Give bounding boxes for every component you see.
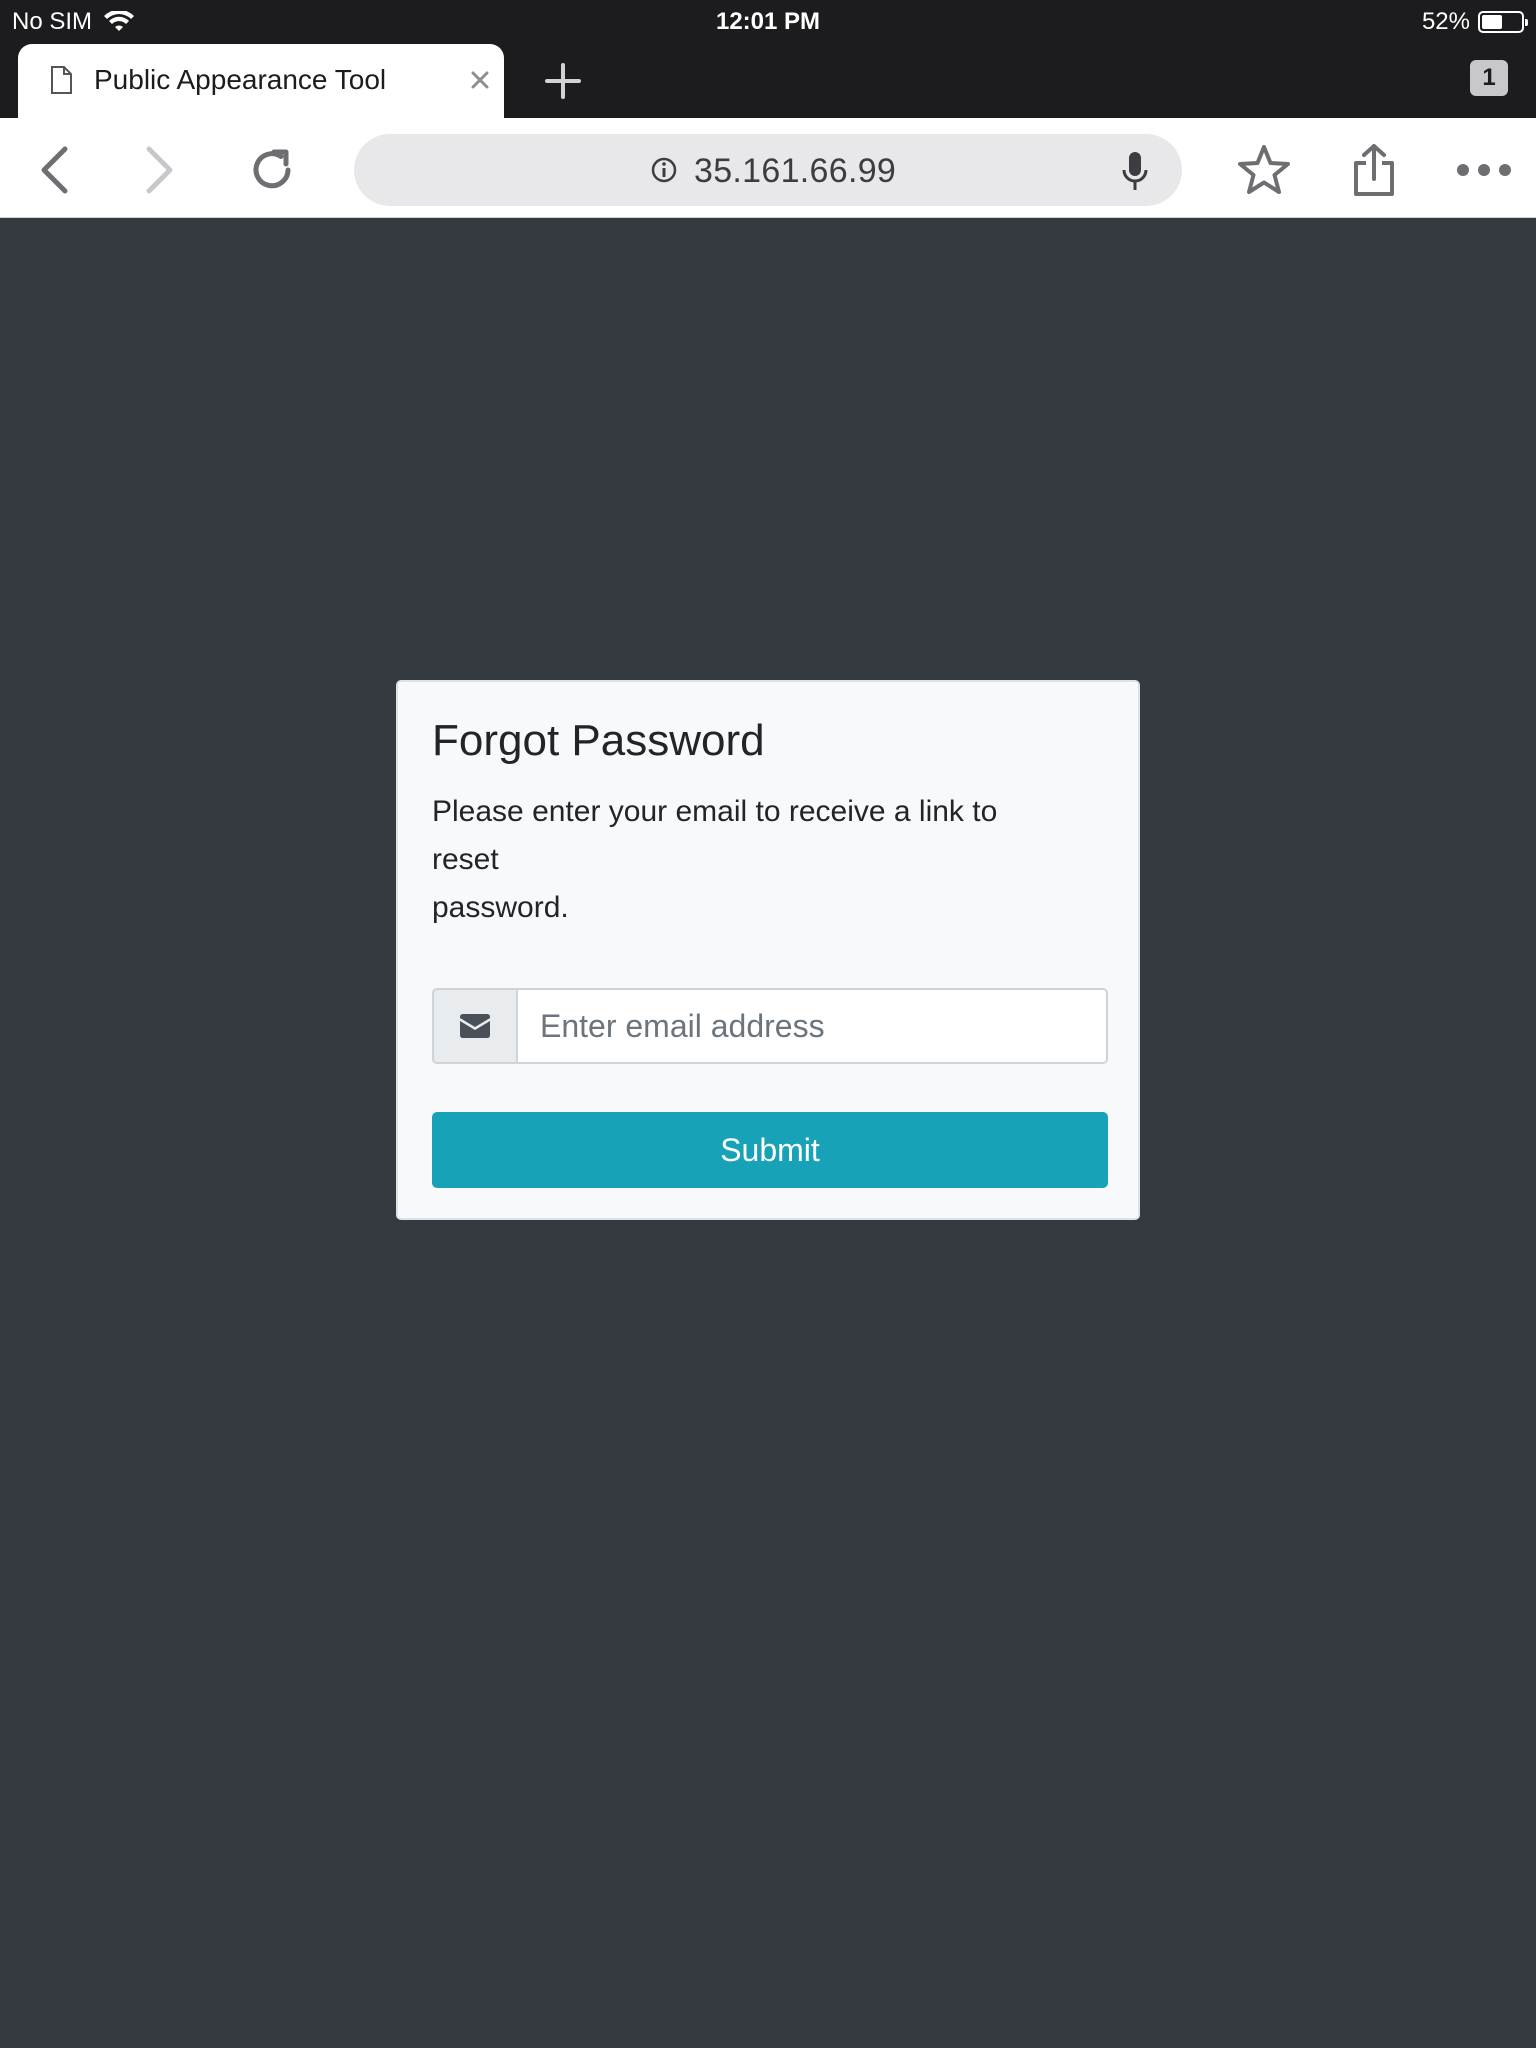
description-line: password.: [432, 891, 569, 924]
reload-icon: [253, 149, 291, 189]
plus-icon: [545, 63, 581, 99]
envelope-icon: [460, 1014, 490, 1038]
tab-public-appearance-tool[interactable]: Public Appearance Tool: [18, 44, 504, 118]
email-field[interactable]: [516, 988, 1108, 1064]
address-bar[interactable]: 35.161.66.99: [354, 134, 1182, 206]
page-content: Forgot Password Please enter your email …: [0, 219, 1536, 2048]
chevron-right-icon: [146, 146, 173, 194]
submit-button[interactable]: Submit: [432, 1112, 1108, 1188]
share-button[interactable]: [1344, 140, 1404, 200]
battery-indicator: 52%: [1421, 8, 1528, 36]
tab-count-button[interactable]: 1: [1470, 60, 1508, 96]
card-description: Please enter your email to receive a lin…: [432, 788, 1112, 932]
battery-icon: [1478, 11, 1528, 33]
url-text[interactable]: 35.161.66.99: [694, 152, 896, 191]
card-title: Forgot Password: [432, 716, 765, 765]
close-icon: [471, 71, 489, 89]
clock: 12:01 PM: [715, 8, 821, 35]
share-icon: [1354, 144, 1394, 196]
description-line: reset: [432, 843, 499, 876]
more-menu-button[interactable]: [1454, 140, 1514, 200]
status-bar: No SIM 12:01 PM 52%: [0, 0, 1536, 42]
more-horizontal-icon: [1457, 164, 1511, 176]
microphone-icon[interactable]: [1122, 150, 1148, 192]
tab-strip: Public Appearance Tool 1: [0, 42, 1536, 118]
battery-percent: 52%: [1421, 8, 1470, 35]
tab-title: Public Appearance Tool: [94, 64, 387, 95]
new-tab-button[interactable]: [540, 58, 586, 104]
forward-button[interactable]: [130, 140, 190, 200]
bookmark-button[interactable]: [1234, 140, 1294, 200]
chevron-left-icon: [41, 146, 68, 194]
email-input-addon: [432, 988, 516, 1064]
document-icon: [51, 66, 72, 94]
browser-toolbar: 35.161.66.99: [0, 118, 1536, 218]
info-icon[interactable]: [650, 156, 678, 184]
description-line: Please enter your email to receive a lin…: [432, 795, 998, 828]
forgot-password-card: Forgot Password Please enter your email …: [396, 680, 1140, 1220]
star-icon: [1238, 145, 1290, 194]
tab-close-button[interactable]: [462, 62, 498, 98]
battery-fill: [1482, 15, 1502, 29]
back-button[interactable]: [24, 140, 84, 200]
email-input-group: [432, 988, 1108, 1064]
reload-button[interactable]: [242, 140, 302, 200]
